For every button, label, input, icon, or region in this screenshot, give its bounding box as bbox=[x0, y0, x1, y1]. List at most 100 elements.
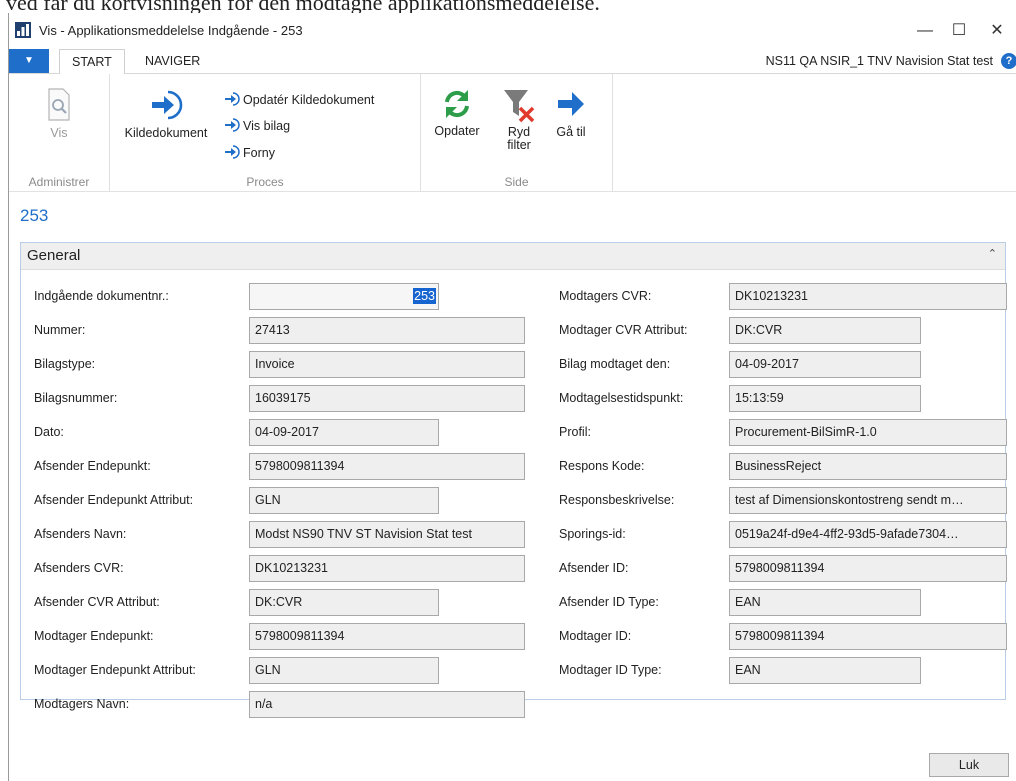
ribbon-group-label-administrer: Administrer bbox=[28, 175, 90, 189]
view-document-icon bbox=[48, 88, 70, 121]
afsender-id-field: 5798009811394 bbox=[729, 555, 1007, 582]
modtagelsestidspunkt-field: 15:13:59 bbox=[729, 385, 921, 412]
forny-button[interactable]: Forny bbox=[224, 144, 275, 160]
afsender-endepunkt-attribut-field: GLN bbox=[249, 487, 439, 514]
field-label: Modtagelsestidspunkt: bbox=[559, 391, 684, 405]
ryd-filter-label: Ryd filter bbox=[507, 125, 531, 152]
modtager-id-field: 5798009811394 bbox=[729, 623, 1007, 650]
sporings-id-field: 0519a24f-d9e4-4ff2-93d5-9afade7304… bbox=[729, 521, 1007, 548]
small-arrow-right-icon bbox=[225, 118, 240, 132]
field-label: Afsender CVR Attribut: bbox=[34, 595, 160, 609]
clear-filter-icon bbox=[504, 90, 535, 123]
field-label: Modtager ID: bbox=[559, 629, 632, 643]
app-chart-icon bbox=[15, 22, 31, 38]
modtager-id-type-field: EAN bbox=[729, 657, 921, 684]
vis-bilag-label: Vis bilag bbox=[243, 119, 291, 133]
field-label: Responsbeskrivelse: bbox=[559, 493, 675, 507]
app-window: Vis - Applikationsmeddelelse Indgående -… bbox=[8, 13, 1016, 781]
collapse-icon[interactable]: ⌃ bbox=[988, 247, 997, 260]
modtagers-navn-field: n/a bbox=[249, 691, 525, 718]
app-menu-button[interactable]: ▼ bbox=[9, 49, 49, 73]
field-label: Modtagers CVR: bbox=[559, 289, 652, 303]
tab-naviger[interactable]: NAVIGER bbox=[133, 49, 212, 73]
small-arrow-right-icon bbox=[225, 92, 240, 106]
ribbon: Vis Administrer Kildedokument Opdatér Ki… bbox=[9, 74, 1016, 192]
ribbon-group-label-side: Side bbox=[504, 175, 529, 189]
indgaaende-dokumentnr-field[interactable]: 253 bbox=[249, 283, 439, 310]
go-to-arrow-icon bbox=[558, 92, 584, 116]
modtager-endepunkt-field: 5798009811394 bbox=[249, 623, 525, 650]
refresh-icon bbox=[445, 90, 469, 118]
field-label: Indgående dokumentnr.: bbox=[34, 289, 169, 303]
field-label: Afsenders Navn: bbox=[34, 527, 127, 541]
nummer-field: 27413 bbox=[249, 317, 525, 344]
field-label: Sporings-id: bbox=[559, 527, 626, 541]
field-label: Modtagers Navn: bbox=[34, 697, 130, 711]
bilagsnummer-field: 16039175 bbox=[249, 385, 525, 412]
forny-label: Forny bbox=[243, 146, 275, 160]
vis-label: Vis bbox=[50, 126, 68, 140]
fasttab-header[interactable]: General ⌃ bbox=[21, 243, 1005, 270]
field-value: 253 bbox=[413, 288, 436, 304]
field-label: Bilagsnummer: bbox=[34, 391, 118, 405]
afsender-cvr-attribut-field: DK:CVR bbox=[249, 589, 439, 616]
profil-field: Procurement-BilSimR-1.0 bbox=[729, 419, 1007, 446]
dato-field: 04-09-2017 bbox=[249, 419, 439, 446]
modtager-endepunkt-attribut-field: GLN bbox=[249, 657, 439, 684]
field-label: Afsender ID Type: bbox=[559, 595, 659, 609]
small-arrow-right-icon bbox=[225, 145, 240, 159]
title-bar: Vis - Applikationsmeddelelse Indgående -… bbox=[9, 13, 1016, 49]
responsbeskrivelse-field: test af Dimensionskontostreng sendt m… bbox=[729, 487, 1007, 514]
ryd-filter-button[interactable]: Ryd filter bbox=[497, 88, 541, 152]
modtager-cvr-attribut-field: DK:CVR bbox=[729, 317, 921, 344]
maximize-button[interactable]: ☐ bbox=[939, 17, 979, 45]
ribbon-group-label-proces: Proces bbox=[246, 175, 284, 189]
bilagstype-field: Invoice bbox=[249, 351, 525, 378]
field-label: Afsender Endepunkt: bbox=[34, 459, 151, 473]
opdater-kildedokument-label: Opdatér Kildedokument bbox=[243, 93, 375, 107]
field-label: Modtager ID Type: bbox=[559, 663, 662, 677]
ribbon-group-proces: Kildedokument Opdatér Kildedokument Vis … bbox=[110, 74, 421, 191]
vis-bilag-button[interactable]: Vis bilag bbox=[224, 117, 290, 133]
ribbon-group-administrer: Vis Administrer bbox=[9, 74, 110, 191]
field-label: Modtager Endepunkt: bbox=[34, 629, 154, 643]
luk-button[interactable]: Luk bbox=[929, 753, 1009, 777]
tab-start[interactable]: START bbox=[59, 49, 125, 75]
field-label: Modtager Endepunkt Attribut: bbox=[34, 663, 196, 677]
afsender-id-type-field: EAN bbox=[729, 589, 921, 616]
field-label: Afsender ID: bbox=[559, 561, 629, 575]
respons-kode-field: BusinessReject bbox=[729, 453, 1007, 480]
field-label: Respons Kode: bbox=[559, 459, 645, 473]
vis-button[interactable]: Vis bbox=[31, 88, 87, 140]
opdater-kildedokument-button[interactable]: Opdatér Kildedokument bbox=[224, 91, 374, 107]
field-label: Modtager CVR Attribut: bbox=[559, 323, 688, 337]
modtagers-cvr-field: DK10213231 bbox=[729, 283, 1007, 310]
company-name: NS11 QA NSIR_1 TNV Navision Stat test bbox=[765, 54, 993, 68]
kildedokument-label: Kildedokument bbox=[124, 126, 208, 140]
opdater-label: Opdater bbox=[434, 124, 480, 138]
field-label: Afsenders CVR: bbox=[34, 561, 124, 575]
close-window-button[interactable]: ✕ bbox=[977, 17, 1016, 45]
field-label: Nummer: bbox=[34, 323, 86, 337]
field-label: Bilag modtaget den: bbox=[559, 357, 671, 371]
afsender-endepunkt-field: 5798009811394 bbox=[249, 453, 525, 480]
bilag-modtaget-den-field: 04-09-2017 bbox=[729, 351, 921, 378]
afsenders-cvr-field: DK10213231 bbox=[249, 555, 525, 582]
menu-bar: ▼ START NAVIGER NS11 QA NSIR_1 TNV Navis… bbox=[9, 49, 1016, 75]
fasttab-title: General bbox=[27, 247, 81, 264]
field-label: Dato: bbox=[34, 425, 64, 439]
field-label: Profil: bbox=[559, 425, 591, 439]
help-icon[interactable]: ? bbox=[1001, 53, 1016, 69]
window-title: Vis - Applikationsmeddelelse Indgående -… bbox=[39, 23, 303, 38]
gaa-til-label: Gå til bbox=[556, 125, 586, 139]
general-fasttab: General ⌃ Indgående dokumentnr.: 253 Num… bbox=[20, 242, 1007, 718]
kildedokument-button[interactable]: Kildedokument bbox=[114, 88, 218, 140]
afsenders-navn-field: Modst NS90 TNV ST Navision Stat test bbox=[249, 521, 525, 548]
page-title: 253 bbox=[20, 206, 49, 225]
field-label: Bilagstype: bbox=[34, 357, 96, 371]
gaa-til-button[interactable]: Gå til bbox=[551, 88, 591, 139]
field-label: Afsender Endepunkt Attribut: bbox=[34, 493, 194, 507]
arrow-right-circle-icon bbox=[152, 90, 183, 120]
opdater-button[interactable]: Opdater bbox=[429, 88, 485, 138]
ribbon-group-side: Opdater Ryd filter Gå til Side bbox=[421, 74, 613, 191]
